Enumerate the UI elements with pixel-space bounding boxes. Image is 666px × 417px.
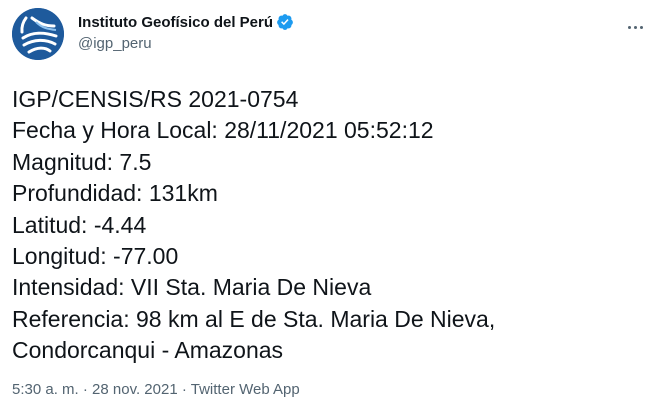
more-options-icon — [627, 25, 631, 29]
tweet-text: IGP/CENSIS/RS 2021-0754 Fecha y Hora Loc… — [12, 84, 652, 367]
igp-logo-icon — [12, 8, 64, 60]
tweet-line-report-id: IGP/CENSIS/RS 2021-0754 — [12, 86, 299, 112]
tweet-line-magnitude: Magnitud: 7.5 — [12, 148, 152, 175]
tweet-line-datetime: Fecha y Hora Local: 28/11/2021 05:52:12 — [12, 117, 434, 144]
tweet-line-longitude: Longitud: -77.00 — [12, 243, 179, 270]
tweet-date[interactable]: 28 nov. 2021 — [92, 381, 178, 398]
more-options-icon-dot — [633, 25, 637, 29]
meta-separator: · — [82, 381, 88, 398]
tweet-line-latitude: Latitud: -4.44 — [12, 211, 147, 238]
author-handle[interactable]: @igp_peru — [78, 34, 294, 54]
tweet-line-depth: Profundidad: 131km — [12, 180, 218, 207]
tweet-line-location: Condorcanqui - Amazonas — [12, 337, 284, 364]
author-display-name[interactable]: Instituto Geofísico del Perú — [78, 14, 273, 31]
tweet-line-reference: Referencia: 98 km al E de Sta. Maria De … — [12, 305, 496, 332]
author-name-row: Instituto Geofísico del Perú — [78, 12, 294, 32]
meta-separator: · — [181, 381, 187, 398]
tweet-source[interactable]: Twitter Web App — [191, 381, 300, 398]
tweet-line-intensity: Intensidad: VII Sta. Maria De Nieva — [12, 274, 372, 301]
tweet-time[interactable]: 5:30 a. m. — [12, 381, 79, 398]
more-options-button[interactable] — [618, 10, 652, 44]
verified-badge-icon — [277, 14, 293, 30]
avatar[interactable] — [12, 8, 64, 60]
more-options-icon-dot — [639, 25, 643, 29]
tweet-author: Instituto Geofísico del Perú @igp_peru — [78, 12, 294, 54]
tweet-meta: 5:30 a. m. · 28 nov. 2021 · Twitter Web … — [12, 381, 300, 398]
tweet: Instituto Geofísico del Perú @igp_peru I… — [0, 0, 666, 417]
